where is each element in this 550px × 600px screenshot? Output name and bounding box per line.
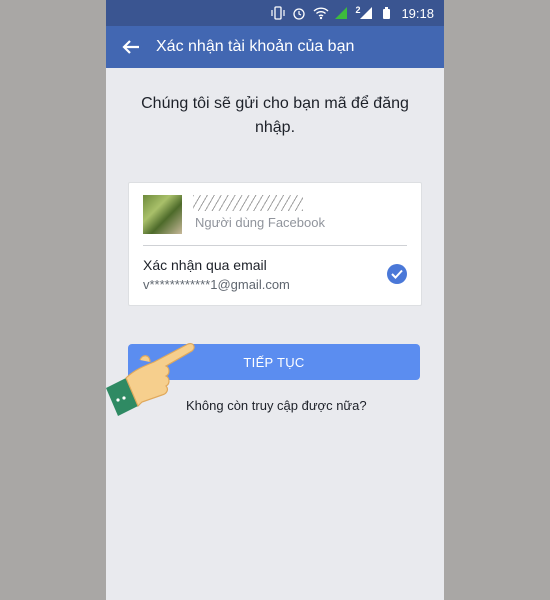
checkmark-icon[interactable] (387, 264, 407, 284)
status-bar: 2 19:18 (106, 0, 444, 26)
page-title: Xác nhận tài khoản của bạn (156, 38, 355, 55)
back-arrow-icon (122, 40, 139, 54)
battery-icon (380, 6, 394, 20)
method-title[interactable]: Xác nhận qua email (143, 257, 267, 273)
account-subtitle: Người dùng Facebook (195, 215, 325, 230)
sim2-signal-icon: 2 (355, 5, 373, 20)
instruction-text: Chúng tôi sẽ gửi cho bạn mã để đăng nhập… (141, 95, 409, 136)
alarm-icon (292, 6, 306, 20)
no-access-link[interactable]: Không còn truy cập được nữa? (186, 398, 367, 413)
wifi-icon (313, 6, 329, 20)
phone-screen: 2 19:18 Xác nhận tài khoản của bạn Chúng… (106, 0, 444, 600)
main-content: Chúng tôi sẽ gửi cho bạn mã để đăng nhập… (106, 92, 444, 413)
back-button[interactable] (106, 26, 156, 68)
vibrate-icon (271, 6, 286, 20)
avatar (143, 195, 182, 234)
pointing-hand-icon (106, 343, 195, 416)
account-card: Người dùng Facebook Xác nhận qua email v… (128, 182, 422, 306)
clock: 19:18 (401, 5, 434, 21)
method-email: v************1@gmail.com (143, 277, 290, 292)
app-bar: Xác nhận tài khoản của bạn (106, 26, 444, 68)
signal-green-icon (334, 6, 348, 20)
redacted-name (193, 195, 303, 211)
divider (143, 245, 407, 246)
